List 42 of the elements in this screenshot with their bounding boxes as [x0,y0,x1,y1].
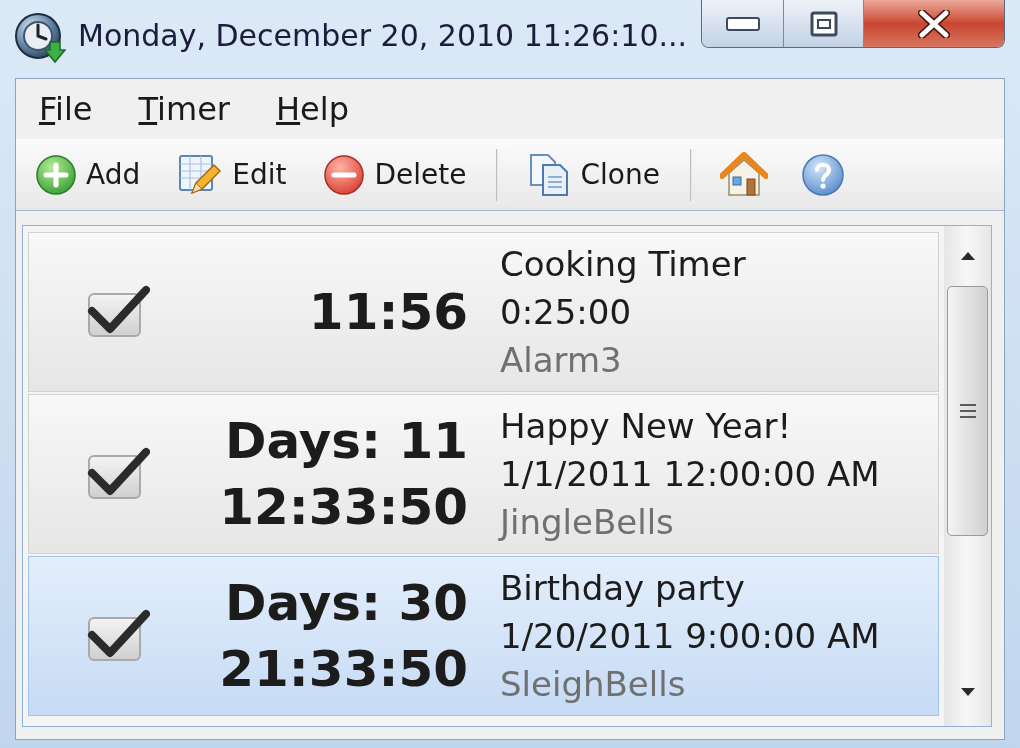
scroll-thumb[interactable] [947,286,988,536]
help-icon [801,153,844,196]
minimize-button[interactable] [702,0,784,47]
window-title: Monday, December 20, 2010 11:26:10... [78,17,688,55]
checkbox[interactable] [86,609,150,663]
down-arrow-icon [960,688,975,696]
plus-circle-icon [36,154,76,195]
toolbar-button[interactable]: Add [28,146,149,203]
countdown-text: Days: 11 12:33:50 [219,411,468,538]
sound-name: SleighBells [500,663,686,706]
countdown-text: Days: 30 21:33:50 [219,573,468,700]
timer-row[interactable]: 11:56 Cooking Timer 0:25:00 Alarm3 [28,232,939,392]
timer-name: Cooking Timer [500,243,746,286]
maximize-button[interactable] [784,0,864,47]
grip-icon [959,404,976,418]
menu-item[interactable]: Timer [115,88,253,130]
timer-name: Happy New Year! [500,405,792,448]
toolbar-button[interactable]: Clone [520,146,668,203]
checkbox[interactable] [86,285,150,339]
toolbar-button[interactable]: Edit [170,146,295,203]
close-button[interactable] [864,0,1004,47]
menu-item[interactable]: Help [253,88,372,130]
countdown-text: 11:56 [308,282,468,343]
house-icon [719,150,768,199]
sound-name: JingleBells [500,501,674,544]
timer-time: 1/1/2011 12:00:00 AM [500,453,880,496]
menu-item[interactable]: File [16,88,116,130]
maximize-icon [809,10,838,37]
timer-time: 1/20/2011 9:00:00 AM [500,615,880,658]
close-icon [918,9,950,38]
timer-name: Birthday party [500,567,745,610]
checkbox[interactable] [86,447,150,501]
timer-time: 0:25:00 [500,291,632,334]
documents-icon [528,152,571,197]
sound-name: Alarm3 [500,339,622,382]
up-arrow-icon [960,252,975,260]
scrollbar[interactable] [944,226,991,726]
toolbar-button[interactable]: Delete [316,146,475,203]
minus-circle-icon [324,154,365,195]
minimize-icon [725,16,760,31]
clock-globe-icon [14,12,66,64]
notepad-pencil-icon [178,152,223,197]
